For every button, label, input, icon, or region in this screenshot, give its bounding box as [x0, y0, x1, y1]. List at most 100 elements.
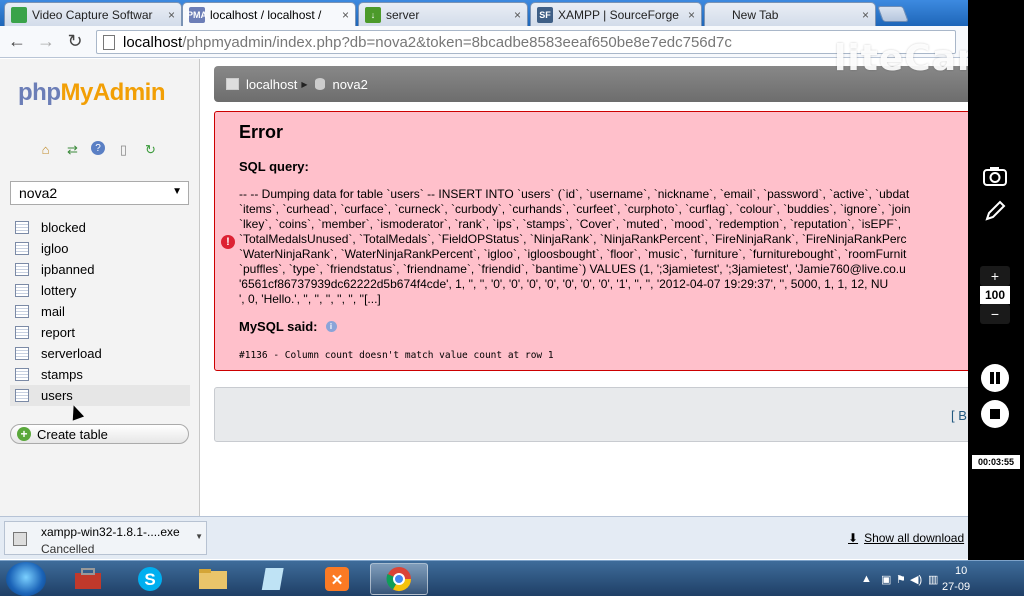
sql-line: '6561cf86737939dc62222d5b674f4cde', 1, '…: [239, 277, 889, 291]
zoom-value: 100: [980, 286, 1010, 304]
reload-icon[interactable]: ↻: [63, 30, 87, 54]
network-icon[interactable]: ▣: [881, 573, 891, 586]
back-arrow-icon[interactable]: ←: [5, 30, 29, 54]
page-icon: [11, 6, 27, 23]
volume-icon[interactable]: ◀): [910, 573, 922, 586]
action-center-icon[interactable]: ⚑: [896, 573, 906, 586]
table-item-ipbanned[interactable]: ipbanned: [10, 259, 190, 280]
documentation-icon[interactable]: i: [325, 321, 337, 332]
table-item-mail[interactable]: mail: [10, 301, 190, 322]
breadcrumb-database[interactable]: nova2: [332, 77, 367, 92]
database-icon: [315, 78, 326, 90]
clock-date[interactable]: 27-09: [942, 581, 970, 593]
sql-line: `lkey`, `coins`, `member`, `ismoderator`…: [239, 217, 902, 231]
close-icon[interactable]: ×: [514, 8, 521, 22]
show-hidden-icons-icon[interactable]: ▲: [861, 573, 872, 585]
download-item[interactable]: xampp-win32-1.8.1-....exe Cancelled ▼: [4, 521, 207, 556]
show-all-downloads-link[interactable]: ⬇ Show all download: [848, 531, 964, 545]
mysql-said-text: MySQL said:: [239, 319, 318, 334]
address-path: /phpmyadmin/index.php?db=nova2&token=8bc…: [182, 33, 732, 51]
chevron-down-icon[interactable]: ▼: [195, 532, 203, 541]
table-item-blocked[interactable]: blocked: [10, 217, 190, 238]
tab-title: Video Capture Softwar: [32, 7, 153, 22]
home-icon[interactable]: ⌂: [37, 141, 54, 158]
tab-video-capture[interactable]: Video Capture Softwar ×: [4, 2, 182, 26]
tab-xampp-sourceforge[interactable]: SF XAMPP | SourceForge ×: [530, 2, 702, 26]
taskbar-xampp[interactable]: ✕: [308, 563, 366, 595]
taskbar-notepad[interactable]: [246, 563, 304, 595]
table-label: serverload: [41, 346, 102, 361]
table-item-lottery[interactable]: lottery: [10, 280, 190, 301]
download-shelf: xampp-win32-1.8.1-....exe Cancelled ▼ ⬇ …: [0, 516, 968, 559]
close-icon[interactable]: ×: [342, 8, 349, 22]
tab-title: server: [386, 7, 420, 22]
table-list: blocked igloo ipbanned lottery mail repo…: [10, 217, 190, 406]
taskbar-chrome[interactable]: [370, 563, 428, 595]
quick-links: ⌂ ⇄ ? ▯ ↻: [37, 141, 159, 158]
breadcrumb-separator-icon: ▶: [301, 79, 308, 89]
table-icon: [15, 389, 29, 402]
stop-button[interactable]: [981, 400, 1009, 428]
pma-navigation-panel: phpMyAdmin ⌂ ⇄ ? ▯ ↻ nova2 ▼ blocked igl…: [0, 59, 200, 516]
create-table-button[interactable]: + Create table: [10, 424, 189, 444]
table-item-stamps[interactable]: stamps: [10, 364, 190, 385]
sql-query-label: SQL query:: [239, 159, 309, 174]
logo-php: php: [18, 79, 61, 106]
table-label: stamps: [41, 367, 83, 382]
new-tab-button[interactable]: [877, 6, 909, 22]
taskbar-skype[interactable]: S: [121, 563, 179, 595]
breadcrumb-server[interactable]: localhost: [246, 77, 297, 92]
language-icon[interactable]: ▥: [928, 573, 938, 586]
tab-title: XAMPP | SourceForge: [558, 7, 679, 22]
tab-new-tab[interactable]: New Tab ×: [704, 2, 876, 26]
table-label: ipbanned: [41, 262, 95, 277]
sourceforge-icon: SF: [537, 6, 553, 23]
notepad-icon: [261, 568, 284, 590]
pma-favicon-icon: PMA: [187, 6, 207, 23]
plus-icon: +: [17, 427, 31, 441]
close-icon[interactable]: ×: [862, 8, 869, 22]
table-item-igloo[interactable]: igloo: [10, 238, 190, 259]
table-item-users[interactable]: users: [10, 385, 190, 406]
screen-recorder-panel: + 100 −: [968, 0, 1024, 560]
recording-timer: 00:03:55: [972, 455, 1020, 469]
table-item-report[interactable]: report: [10, 322, 190, 343]
pen-icon[interactable]: [982, 198, 1008, 224]
camera-icon[interactable]: [982, 163, 1008, 189]
phpmyadmin-logo[interactable]: phpMyAdmin: [18, 79, 165, 107]
pause-button[interactable]: [981, 364, 1009, 392]
recorder-watermark: liteCam: [834, 38, 968, 79]
tab-server[interactable]: ↓ server ×: [358, 2, 528, 26]
download-status: Cancelled: [41, 542, 95, 556]
table-icon: [15, 263, 29, 276]
address-bar[interactable]: localhost/phpmyadmin/index.php?db=nova2&…: [96, 30, 956, 54]
docs-icon[interactable]: ▯: [115, 141, 132, 158]
start-button[interactable]: [6, 562, 46, 596]
clock-time[interactable]: 10: [955, 565, 967, 577]
zoom-out-button[interactable]: −: [980, 304, 1010, 324]
reload-icon[interactable]: ↻: [142, 141, 159, 158]
sql-line: `puffles`, `type`, `friendstatus`, `frie…: [239, 262, 906, 276]
refresh-icon[interactable]: ⇄: [64, 141, 81, 158]
file-icon: [13, 532, 27, 546]
table-label: igloo: [41, 241, 69, 256]
tab-phpmyadmin[interactable]: PMA localhost / localhost / ×: [182, 2, 356, 26]
sql-line: -- -- Dumping data for table `users` -- …: [239, 187, 910, 201]
forward-arrow-icon[interactable]: →: [34, 30, 58, 54]
table-icon: [15, 284, 29, 297]
xampp-icon: ✕: [325, 567, 349, 591]
table-item-serverload[interactable]: serverload: [10, 343, 190, 364]
help-icon[interactable]: ?: [91, 141, 105, 155]
tab-title: New Tab: [732, 7, 779, 22]
svg-text:S: S: [144, 570, 155, 589]
back-link[interactable]: [ B: [951, 408, 967, 423]
close-icon[interactable]: ×: [168, 8, 175, 22]
taskbar-explorer[interactable]: [184, 563, 242, 595]
close-icon[interactable]: ×: [688, 8, 695, 22]
database-select-value: nova2: [19, 185, 58, 201]
database-select[interactable]: nova2 ▼: [10, 181, 189, 205]
taskbar-toolbox-app[interactable]: [59, 563, 117, 595]
zoom-in-button[interactable]: +: [980, 266, 1010, 286]
table-label: lottery: [41, 283, 77, 298]
windows-taskbar: S ✕ ▲ ▣ ⚑ ◀) ▥ 10 27-09: [0, 560, 1024, 596]
